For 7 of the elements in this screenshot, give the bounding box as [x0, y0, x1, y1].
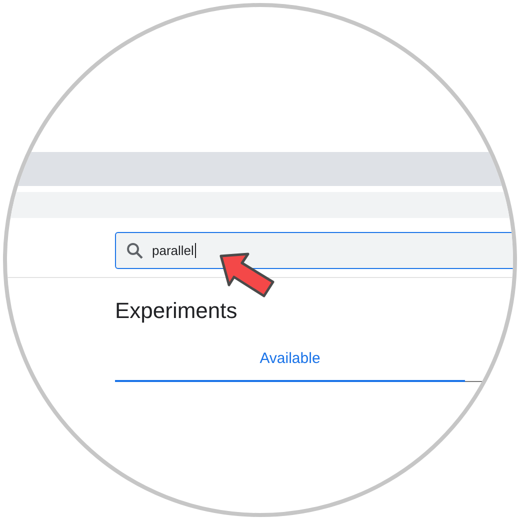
pointer-arrow-icon — [218, 252, 276, 298]
search-icon — [126, 242, 144, 260]
page-heading: Experiments — [115, 298, 238, 324]
text-cursor — [194, 243, 196, 258]
tab[interactable]: Available — [115, 350, 465, 382]
search-text: parallel — [152, 243, 194, 258]
search-field[interactable]: parallel — [115, 232, 513, 269]
